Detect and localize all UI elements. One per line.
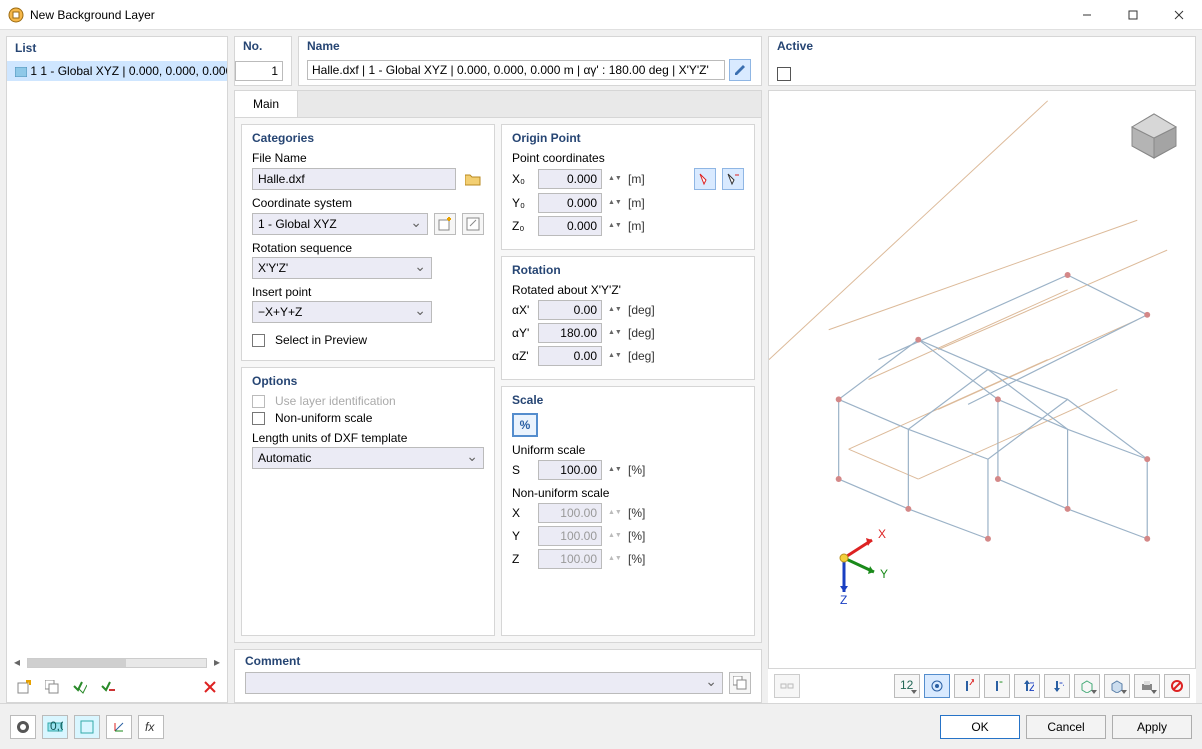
rotation-group: Rotation Rotated about X'Y'Z' αX'▲▼[deg]…	[501, 256, 755, 380]
apply-button[interactable]: Apply	[1112, 715, 1192, 739]
preview-toolbar: 123 X -Y Z -Z	[768, 669, 1196, 703]
percent-toggle[interactable]: %	[512, 413, 538, 437]
comment-group: Comment	[234, 649, 762, 703]
svg-text:X: X	[969, 679, 974, 688]
list-panel: List 1 1 - Global XYZ | 0.000, 0.000, 0.…	[6, 36, 228, 703]
tab-bar: Main	[234, 90, 762, 117]
scale-x-input	[538, 503, 602, 523]
svg-text:Z: Z	[840, 593, 847, 607]
name-input[interactable]	[307, 60, 725, 80]
copy-item-button[interactable]	[41, 676, 63, 698]
ok-button[interactable]: OK	[940, 715, 1020, 739]
name-cell: Name	[298, 36, 762, 86]
svg-text:-Y: -Y	[999, 679, 1004, 688]
alpha-y-input[interactable]	[538, 323, 602, 343]
active-checkbox[interactable]	[777, 67, 791, 81]
view-z-down-button[interactable]: -Z	[1044, 674, 1070, 698]
no-input[interactable]	[235, 61, 283, 81]
active-cell: Active	[768, 36, 1196, 86]
new-cs-button[interactable]	[434, 213, 456, 235]
list-header: List	[7, 37, 227, 61]
horizontal-scrollbar[interactable]: ◂ ▸	[7, 654, 227, 672]
link-view-button	[774, 674, 800, 698]
titlebar: New Background Layer	[0, 0, 1202, 30]
minimize-button[interactable]	[1064, 0, 1110, 30]
pick-origin-button[interactable]	[722, 168, 744, 190]
rotation-sequence-select[interactable]	[252, 257, 432, 279]
insert-point-select[interactable]	[252, 301, 432, 323]
svg-text:0,00: 0,00	[50, 720, 63, 733]
svg-text:X: X	[878, 527, 886, 541]
check-all-button[interactable]	[69, 676, 91, 698]
axes-button[interactable]	[106, 715, 132, 739]
preview-viewport[interactable]: X Y Z	[768, 90, 1196, 669]
alpha-z-input[interactable]	[538, 346, 602, 366]
numbering-button[interactable]: 123	[894, 674, 920, 698]
origin-group: Origin Point Point coordinates X₀ ▲▼ [m]…	[501, 124, 755, 250]
edit-cs-button[interactable]	[462, 213, 484, 235]
view-y-button[interactable]: -Y	[984, 674, 1010, 698]
scale-y-input	[538, 526, 602, 546]
options-group: Options Use layer identification Non-uni…	[241, 367, 495, 636]
alpha-x-input[interactable]	[538, 300, 602, 320]
print-button[interactable]	[1134, 674, 1160, 698]
iso-view-button[interactable]	[1074, 674, 1100, 698]
tab-main[interactable]: Main	[235, 91, 298, 117]
svg-text:Z: Z	[1029, 680, 1034, 693]
select-in-preview-checkbox[interactable]	[252, 334, 265, 347]
svg-text:Y: Y	[880, 567, 888, 581]
help-button[interactable]	[10, 715, 36, 739]
window-title: New Background Layer	[30, 8, 155, 22]
reset-view-button[interactable]	[1164, 674, 1190, 698]
pick-point-button[interactable]	[694, 168, 716, 190]
y0-input[interactable]	[538, 193, 602, 213]
svg-text:-Z: -Z	[1059, 679, 1064, 689]
units-button[interactable]: 0,00	[42, 715, 68, 739]
length-units-select[interactable]	[252, 447, 484, 469]
show-model-button[interactable]	[924, 674, 950, 698]
x0-spinner[interactable]: ▲▼	[608, 176, 622, 182]
list-item[interactable]: 1 1 - Global XYZ | 0.000, 0.000, 0.000 m…	[7, 61, 227, 81]
scale-group: Scale % Uniform scale S▲▼[%] Non-uniform…	[501, 386, 755, 636]
dialog-footer: 0,00 fx OK Cancel Apply	[0, 703, 1202, 749]
comment-input[interactable]	[245, 672, 723, 694]
x0-input[interactable]	[538, 169, 602, 189]
svg-text:123: 123	[900, 680, 914, 692]
render-mode-button[interactable]	[1104, 674, 1130, 698]
new-item-button[interactable]	[13, 676, 35, 698]
coordinate-system-select[interactable]	[252, 213, 428, 235]
app-icon	[8, 7, 24, 23]
grid-button[interactable]	[74, 715, 100, 739]
categories-group: Categories File Name Coordinate system R…	[241, 124, 495, 361]
use-layer-id-checkbox	[252, 395, 265, 408]
uniform-scale-input[interactable]	[538, 460, 602, 480]
uncheck-all-button[interactable]	[97, 676, 119, 698]
filename-input[interactable]	[252, 168, 456, 190]
scale-z-input	[538, 549, 602, 569]
no-cell: No.	[234, 36, 292, 86]
z0-input[interactable]	[538, 216, 602, 236]
non-uniform-scale-checkbox[interactable]	[252, 412, 265, 425]
edit-name-button[interactable]	[729, 59, 751, 81]
maximize-button[interactable]	[1110, 0, 1156, 30]
view-cube[interactable]	[1119, 97, 1189, 167]
axis-gizmo: X Y Z	[809, 518, 899, 608]
view-z-up-button[interactable]: Z	[1014, 674, 1040, 698]
browse-file-button[interactable]	[462, 168, 484, 190]
close-button[interactable]	[1156, 0, 1202, 30]
comment-library-button[interactable]	[729, 672, 751, 694]
cancel-button[interactable]: Cancel	[1026, 715, 1106, 739]
delete-item-button[interactable]	[199, 676, 221, 698]
svg-text:fx: fx	[145, 720, 155, 734]
view-x-button[interactable]: X	[954, 674, 980, 698]
function-button[interactable]: fx	[138, 715, 164, 739]
